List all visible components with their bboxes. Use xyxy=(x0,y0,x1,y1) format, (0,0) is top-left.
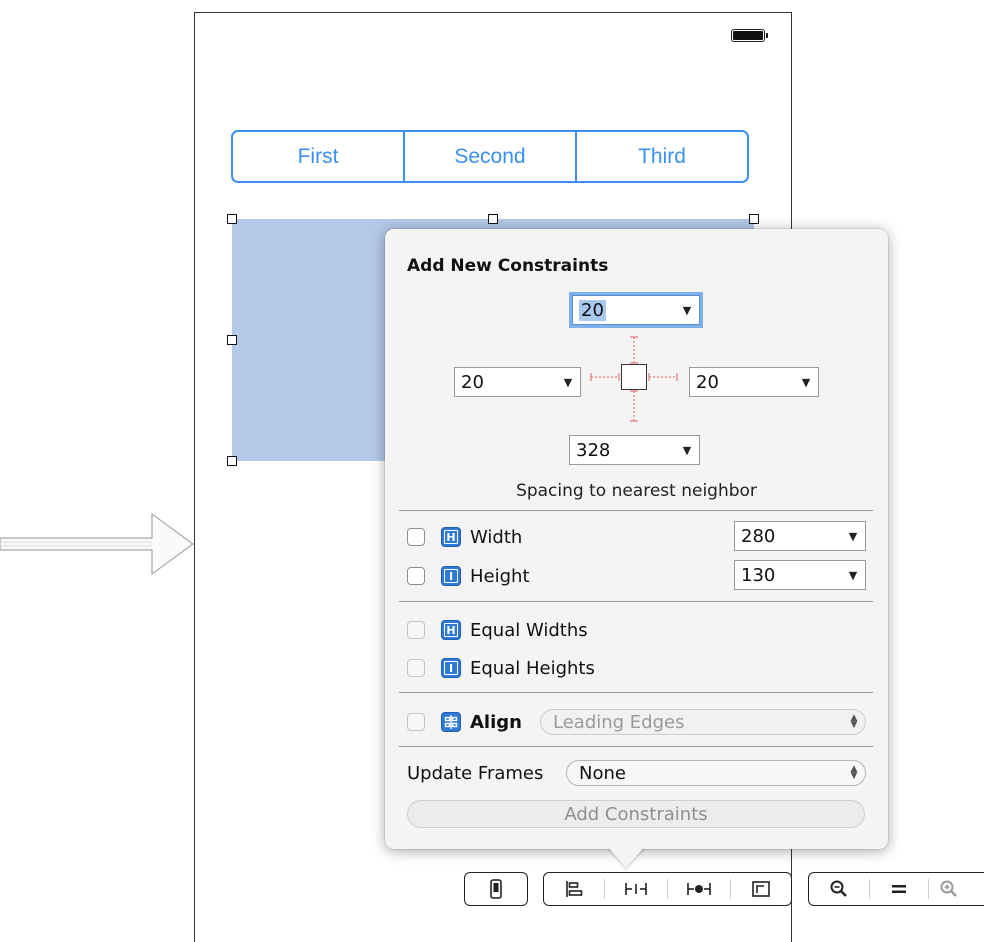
zoom-in-icon xyxy=(940,880,957,897)
width-row: H Width xyxy=(407,524,522,550)
device-button[interactable] xyxy=(465,873,527,905)
updown-arrows-icon[interactable]: ▲ ▼ xyxy=(843,765,865,781)
pin-target-square xyxy=(621,364,647,390)
spacing-bottom-combo[interactable]: 328 ▼ xyxy=(569,435,700,465)
chevron-down-icon[interactable]: ▼ xyxy=(556,376,580,389)
align-popup[interactable]: Leading Edges ▲ ▼ xyxy=(540,709,866,735)
storyboard-entry-arrow[interactable] xyxy=(0,508,196,580)
battery-icon xyxy=(731,29,768,42)
resizing-button[interactable] xyxy=(731,873,791,905)
updown-arrows-icon[interactable]: ▲ ▼ xyxy=(843,714,865,730)
device-icon xyxy=(490,879,502,899)
spacing-top-value[interactable]: 20 xyxy=(579,299,606,321)
resize-handle-middle-left[interactable] xyxy=(227,335,237,345)
spacing-left-value[interactable]: 20 xyxy=(461,372,556,393)
resolve-button[interactable] xyxy=(668,873,730,905)
zoom-in-button[interactable] xyxy=(929,873,969,905)
pin-button[interactable] xyxy=(605,873,667,905)
popover-title: Add New Constraints xyxy=(407,256,609,276)
equal-widths-row: H Equal Widths xyxy=(407,617,588,643)
resize-handle-bottom-left[interactable] xyxy=(227,456,237,466)
equal-heights-checkbox[interactable] xyxy=(407,659,425,677)
chevron-down-icon[interactable]: ▼ xyxy=(841,530,865,543)
resizing-icon xyxy=(752,881,770,897)
zoom-actual-button[interactable] xyxy=(870,873,928,905)
align-value[interactable]: Leading Edges xyxy=(553,712,843,733)
width-icon: H xyxy=(441,527,461,547)
divider xyxy=(399,601,873,602)
equal-heights-row: I Equal Heights xyxy=(407,655,595,681)
align-icon xyxy=(566,881,583,897)
zoom-out-icon xyxy=(830,880,847,897)
divider xyxy=(399,692,873,693)
chevron-down-icon[interactable]: ▼ xyxy=(794,376,818,389)
width-value[interactable]: 280 xyxy=(741,526,841,547)
spacing-right-value[interactable]: 20 xyxy=(696,372,794,393)
height-checkbox[interactable] xyxy=(407,567,425,585)
toolbar-group-device xyxy=(464,872,528,906)
equal-heights-label: Equal Heights xyxy=(470,657,595,679)
height-icon: I xyxy=(441,566,461,586)
resize-handle-top-right[interactable] xyxy=(749,214,759,224)
width-label: Width xyxy=(470,526,523,548)
pin-icon xyxy=(625,883,647,895)
resolve-icon xyxy=(687,883,711,895)
align-checkbox[interactable] xyxy=(407,713,425,731)
align-row: Align xyxy=(407,709,522,735)
spacing-bottom-value[interactable]: 328 xyxy=(576,440,675,461)
chevron-down-icon[interactable]: ▼ xyxy=(675,444,699,457)
width-checkbox[interactable] xyxy=(407,528,425,546)
update-frames-popup[interactable]: None ▲ ▼ xyxy=(566,760,866,786)
segment-first[interactable]: First xyxy=(233,132,405,181)
equal-heights-icon: I xyxy=(441,658,461,678)
height-row: I Height xyxy=(407,563,530,589)
equal-widths-checkbox[interactable] xyxy=(407,621,425,639)
resize-handle-top-left[interactable] xyxy=(227,214,237,224)
spacing-label: Spacing to nearest neighbor xyxy=(516,481,757,501)
add-constraints-button[interactable]: Add Constraints xyxy=(407,800,865,828)
update-frames-label: Update Frames xyxy=(407,762,544,784)
segmented-control[interactable]: First Second Third xyxy=(231,130,749,183)
resize-handle-top-center[interactable] xyxy=(488,214,498,224)
width-value-combo[interactable]: 280 ▼ xyxy=(734,521,866,551)
add-constraints-popover: Add New Constraints 20 ▼ 20 ▼ 20 ▼ 328 ▼ xyxy=(385,229,888,868)
toolbar-group-autolayout xyxy=(543,872,792,906)
spacing-left-combo[interactable]: 20 ▼ xyxy=(454,367,581,397)
divider xyxy=(399,510,873,511)
popover-tail xyxy=(607,846,645,868)
height-value-combo[interactable]: 130 ▼ xyxy=(734,560,866,590)
segment-third[interactable]: Third xyxy=(577,132,747,181)
update-frames-value[interactable]: None xyxy=(579,763,843,784)
update-frames-row: Update Frames xyxy=(407,760,543,786)
equal-widths-icon: H xyxy=(441,620,461,640)
chevron-down-icon[interactable]: ▼ xyxy=(675,304,699,317)
zoom-actual-icon xyxy=(892,885,906,893)
chevron-down-icon[interactable]: ▼ xyxy=(841,569,865,582)
divider xyxy=(399,746,873,747)
height-label: Height xyxy=(470,565,530,587)
align-icon xyxy=(441,712,461,732)
spacing-right-combo[interactable]: 20 ▼ xyxy=(689,367,819,397)
equal-widths-label: Equal Widths xyxy=(470,619,588,641)
spacing-top-combo[interactable]: 20 ▼ xyxy=(572,295,700,325)
align-button[interactable] xyxy=(544,873,604,905)
toolbar-group-zoom xyxy=(808,872,984,906)
height-value[interactable]: 130 xyxy=(741,565,841,586)
align-label: Align xyxy=(470,711,522,733)
zoom-out-button[interactable] xyxy=(809,873,869,905)
segment-second[interactable]: Second xyxy=(405,132,577,181)
